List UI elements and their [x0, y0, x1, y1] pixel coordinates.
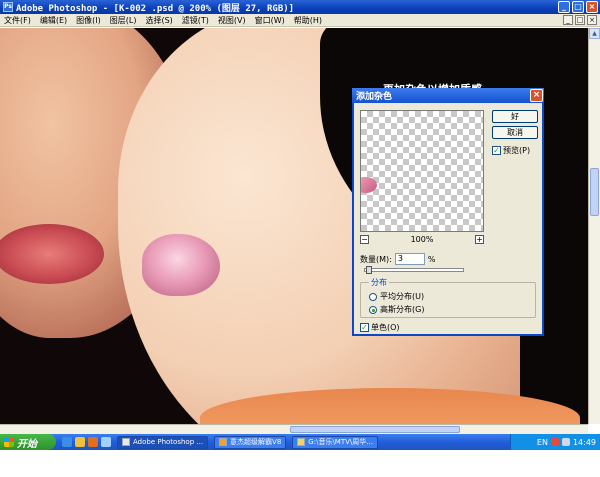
task-folder-label: G:\音乐\MTV\周华...	[308, 438, 373, 446]
menu-help[interactable]: 帮助(H)	[294, 15, 322, 26]
vertical-scroll-thumb[interactable]	[590, 168, 599, 216]
quick-launch	[62, 437, 111, 447]
doc-restore-button[interactable]: □	[575, 15, 585, 25]
zoom-in-button[interactable]: +	[475, 234, 484, 244]
zoom-out-button[interactable]: −	[360, 234, 369, 244]
add-noise-dialog: 添加杂色 × − 100% + 好 取消 ✓ 预览(P) 数量(M): 3 % …	[352, 88, 544, 336]
tray-app-icon[interactable]	[550, 438, 559, 446]
doc-minimize-button[interactable]: _	[563, 15, 573, 25]
distribution-group: 分布 平均分布(U) 高斯分布(G)	[360, 277, 536, 318]
menu-select[interactable]: 选择(S)	[145, 15, 172, 26]
preview-checkbox-label: 预览(P)	[503, 146, 531, 155]
ok-button[interactable]: 好	[492, 110, 538, 123]
menu-window[interactable]: 窗口(W)	[255, 15, 285, 26]
start-button[interactable]: 开始	[0, 434, 56, 450]
amount-slider[interactable]	[364, 266, 464, 274]
folder-icon[interactable]	[75, 437, 85, 447]
menu-file[interactable]: 文件(F)	[4, 15, 31, 26]
task-media-player[interactable]: 意杰超级解霸V8	[214, 435, 287, 449]
volume-icon[interactable]	[561, 438, 570, 446]
photoshop-app-icon: Ps	[3, 2, 13, 12]
dialog-title-bar: 添加杂色 ×	[352, 88, 544, 103]
maximize-button[interactable]: □	[572, 1, 584, 13]
preview-zoom-controls: − 100% +	[360, 233, 484, 245]
dialog-close-icon[interactable]: ×	[530, 89, 543, 102]
photoshop-task-icon	[122, 438, 130, 446]
uniform-label: 平均分布(U)	[380, 292, 425, 301]
scroll-up-arrow-icon[interactable]: ▲	[589, 28, 600, 39]
preview-checkbox[interactable]: ✓	[492, 146, 501, 155]
ie-icon[interactable]	[62, 437, 72, 447]
distribution-label: 分布	[369, 277, 389, 288]
minimize-button[interactable]: _	[558, 1, 570, 13]
vertical-scrollbar[interactable]: ▲	[588, 28, 600, 424]
system-tray: EN 14:49	[510, 434, 600, 450]
amount-slider-thumb[interactable]	[366, 266, 372, 274]
taskbar: 开始 Adobe Photoshop ... 意杰超级解霸V8 G:\音乐\MT…	[0, 434, 600, 450]
menu-edit[interactable]: 编辑(E)	[40, 15, 67, 26]
menu-filter[interactable]: 滤镜(T)	[182, 15, 209, 26]
monochromatic-checkbox[interactable]: ✓	[360, 323, 369, 332]
amount-input[interactable]: 3	[394, 253, 425, 265]
gaussian-radio[interactable]	[369, 305, 377, 314]
preview-lip-detail	[361, 177, 377, 193]
task-photoshop-label: Adobe Photoshop ...	[133, 438, 204, 446]
player-task-icon	[219, 438, 228, 446]
amount-unit: %	[427, 254, 436, 264]
menu-image[interactable]: 图像(I)	[76, 15, 101, 26]
task-media-player-label: 意杰超级解霸V8	[230, 438, 282, 446]
language-indicator[interactable]: EN	[537, 438, 548, 447]
monochromatic-label: 单色(O)	[371, 323, 400, 332]
amount-row: 数量(M): 3 %	[360, 253, 435, 265]
gaussian-radio-row[interactable]: 高斯分布(G)	[369, 304, 424, 315]
gaussian-label: 高斯分布(G)	[380, 305, 425, 314]
horizontal-scrollbar[interactable]	[0, 424, 588, 434]
task-folder[interactable]: G:\音乐\MTV\周华...	[292, 435, 378, 449]
amount-label: 数量(M):	[360, 254, 392, 264]
folder-task-icon	[297, 438, 306, 446]
uniform-radio-row[interactable]: 平均分布(U)	[369, 291, 424, 302]
menu-layer[interactable]: 图层(L)	[110, 15, 137, 26]
windows-flag-icon	[4, 437, 14, 447]
clock: 14:49	[572, 437, 596, 447]
menu-bar: 文件(F) 编辑(E) 图像(I) 图层(L) 选择(S) 滤镜(T) 视图(V…	[0, 14, 600, 27]
cancel-button[interactable]: 取消	[492, 126, 538, 139]
zoom-level: 100%	[410, 234, 434, 244]
monochromatic-checkbox-row[interactable]: ✓ 单色(O)	[360, 322, 400, 333]
filter-preview[interactable]	[360, 110, 484, 232]
window-controls: _ □ ×	[558, 1, 598, 13]
menu-view[interactable]: 视图(V)	[218, 15, 246, 26]
doc-close-button[interactable]: ×	[587, 15, 597, 25]
uniform-radio[interactable]	[369, 292, 377, 301]
horizontal-scroll-thumb[interactable]	[290, 426, 460, 433]
close-button[interactable]: ×	[586, 1, 598, 13]
show-desktop-icon[interactable]	[101, 437, 111, 447]
start-label: 开始	[17, 438, 37, 450]
dialog-title: 添加杂色	[356, 92, 393, 102]
window-title: Adobe Photoshop - [K-002 .psd @ 200% (图层…	[16, 3, 295, 14]
right-lips-artwork	[142, 234, 220, 296]
task-photoshop[interactable]: Adobe Photoshop ...	[117, 435, 209, 449]
media-player-icon[interactable]	[88, 437, 98, 447]
title-bar: Ps Adobe Photoshop - [K-002 .psd @ 200% …	[0, 0, 600, 14]
preview-checkbox-row[interactable]: ✓ 预览(P)	[492, 145, 530, 156]
document-controls: _ □ ×	[563, 15, 597, 25]
